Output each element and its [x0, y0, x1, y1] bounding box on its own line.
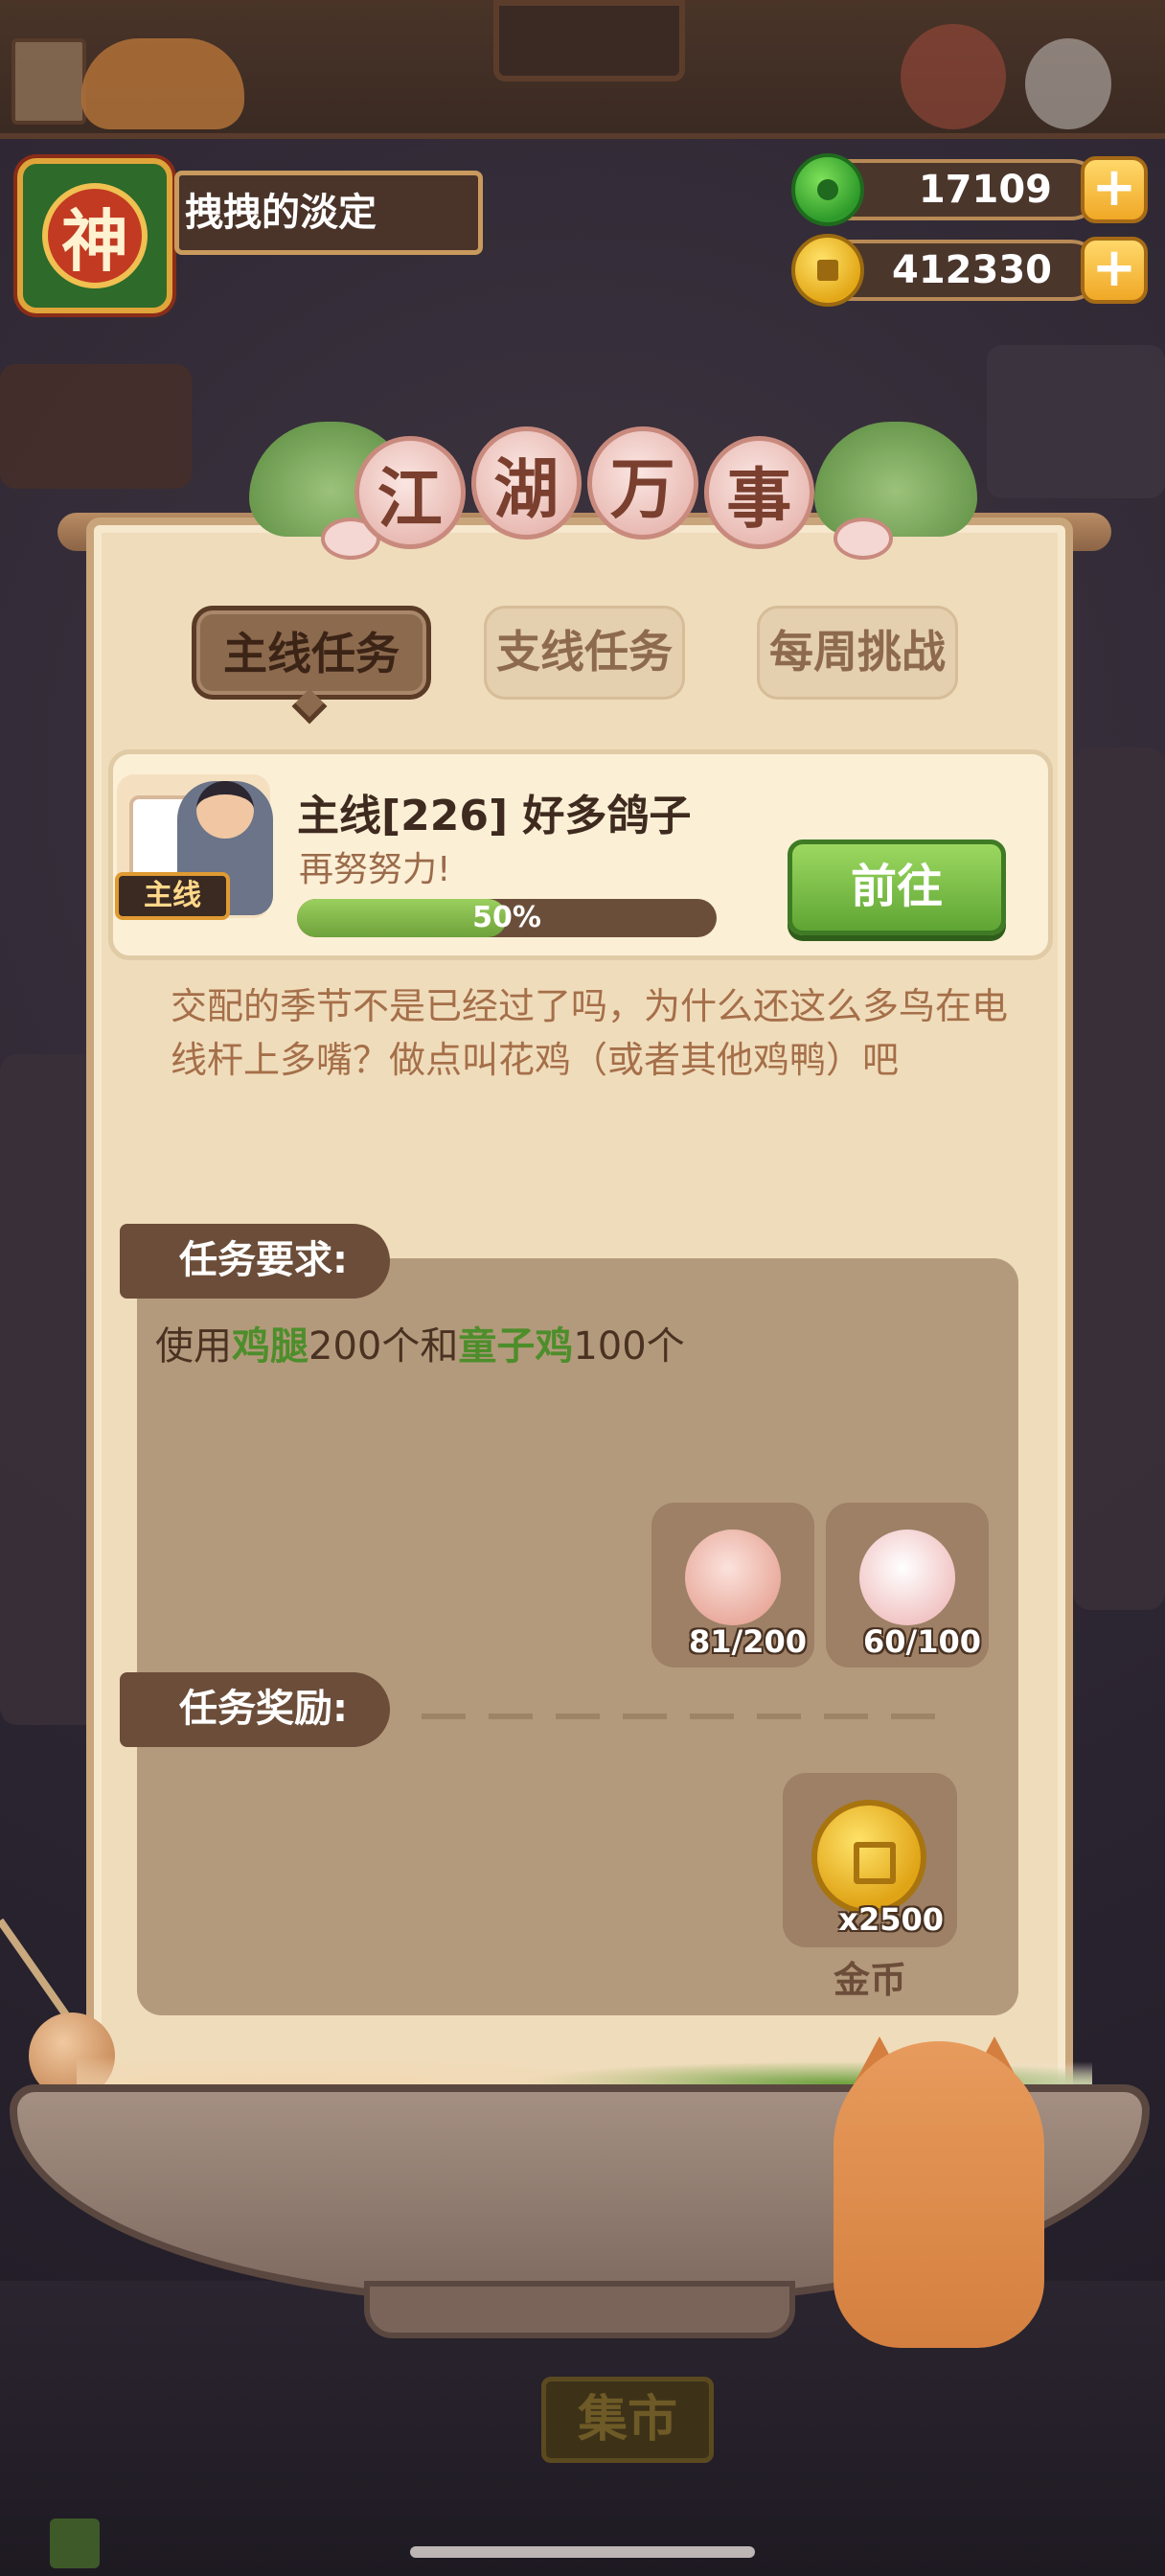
gold-coin-icon: [791, 234, 864, 307]
quest-subtitle: 再努努力!: [299, 850, 451, 889]
panel-title: 江 湖 万 事: [354, 426, 814, 570]
item-count: 81/200: [688, 1623, 807, 1660]
avatar-emblem: 神: [42, 183, 148, 288]
quest-title: 主线[226] 好多鸽子: [297, 792, 692, 840]
reward-item-slot[interactable]: x2500: [783, 1773, 957, 1947]
go-button[interactable]: 前往: [788, 840, 1006, 935]
reward-amount: x2500: [838, 1901, 944, 1938]
rewards-header: 任务奖励:: [120, 1672, 390, 1747]
quest-progress-label: 50%: [472, 901, 541, 934]
tab-side-quest[interactable]: 支线任务: [484, 606, 685, 700]
requirements-header: 任务要求:: [120, 1224, 390, 1299]
requirement-item-slot[interactable]: 60/100: [826, 1503, 989, 1668]
quest-description: 交配的季节不是已经过了吗，为什么还这么多鸟在电线杆上多嘴？做点叫花鸡（或者其他鸡…: [171, 985, 1009, 1081]
requirement-item-name: 鸡腿: [232, 1324, 308, 1368]
item-count: 60/100: [862, 1623, 981, 1660]
requirements-text: 使用鸡腿200个和童子鸡100个: [155, 1324, 685, 1368]
quest-type-badge: 主线: [115, 872, 230, 920]
market-sign: 集市: [541, 2377, 714, 2463]
divider: [422, 1714, 944, 1719]
title-char: 事: [703, 436, 814, 549]
title-char: 江: [354, 436, 466, 549]
young-chicken-icon: [859, 1530, 955, 1625]
tab-main-quest[interactable]: 主线任务: [192, 606, 431, 700]
background-chef: [901, 24, 1006, 129]
background-white-cat: [1025, 38, 1111, 129]
player-name: 拽拽的淡定: [174, 171, 483, 255]
chicken-leg-icon: [685, 1530, 781, 1625]
background-left-event: [0, 364, 192, 489]
background-right-notice: [987, 345, 1165, 498]
background-picture-frame: [11, 38, 86, 125]
fishcake-right-icon: [834, 518, 893, 560]
title-char: 万: [587, 426, 698, 540]
home-indicator[interactable]: [410, 2546, 755, 2558]
reward-label: 金币: [833, 1959, 906, 2001]
background-cat: [81, 38, 244, 129]
add-jade-button[interactable]: +: [1081, 156, 1148, 223]
bowl-base: [364, 2281, 795, 2338]
requirement-item-slot[interactable]: 81/200: [651, 1503, 814, 1668]
title-char: 湖: [470, 426, 582, 540]
background-corner-icon: [50, 2518, 100, 2568]
quest-character-head-icon: [196, 781, 254, 839]
add-gold-button[interactable]: +: [1081, 237, 1148, 304]
jade-coin-icon: [791, 153, 864, 226]
tabby-cat-icon: [834, 2041, 1044, 2348]
gold-coin-icon: [811, 1800, 926, 1915]
background-right-stall: [1073, 748, 1165, 1610]
player-avatar[interactable]: 神: [17, 158, 172, 313]
background-hanging-sign: [493, 0, 685, 81]
tab-weekly-challenge[interactable]: 每周挑战: [757, 606, 958, 700]
requirement-item-name: 童子鸡: [458, 1324, 574, 1368]
